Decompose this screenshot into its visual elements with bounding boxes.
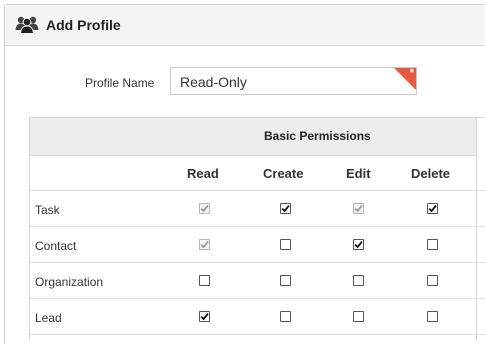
row-label-contact: Contact [35, 239, 77, 253]
checkbox-task-read [199, 203, 210, 214]
permissions-group-title: Basic Permissions [264, 129, 371, 143]
checkbox-contact-read [199, 239, 210, 250]
profile-name-label: Profile Name [85, 76, 155, 90]
checkbox-lead-create[interactable] [280, 311, 291, 322]
panel-header: Add Profile [5, 5, 485, 46]
checkmark-icon [354, 205, 363, 213]
checkbox-lead-edit[interactable] [353, 311, 364, 322]
row-divider [30, 334, 485, 335]
checkbox-task-delete[interactable] [427, 203, 438, 214]
profile-name-value: Read-Only [180, 74, 247, 90]
checkmark-icon [200, 241, 209, 249]
checkbox-contact-edit[interactable] [353, 239, 364, 250]
column-header-read: Read [187, 166, 219, 181]
checkbox-contact-create[interactable] [280, 239, 291, 250]
checkmark-icon [354, 241, 363, 249]
users-group-icon [15, 14, 39, 34]
checkmark-icon [200, 205, 209, 213]
page-title: Add Profile [46, 17, 121, 33]
checkbox-organization-create[interactable] [280, 275, 291, 286]
checkmark-icon [428, 205, 437, 213]
checkbox-organization-read[interactable] [199, 275, 210, 286]
checkbox-lead-read[interactable] [199, 311, 210, 322]
column-header-edit: Edit [346, 166, 371, 181]
checkmark-icon [200, 313, 209, 321]
required-asterisk: * [409, 67, 414, 79]
checkbox-contact-delete[interactable] [427, 239, 438, 250]
row-divider [30, 262, 485, 263]
column-header-create: Create [263, 166, 304, 181]
checkbox-organization-delete[interactable] [427, 275, 438, 286]
permissions-group-header: Basic Permissions [30, 118, 477, 156]
permissions-grid: Basic Permissions Read Create Edit Delet… [29, 117, 485, 341]
row-label-task: Task [35, 203, 60, 217]
row-divider [30, 298, 485, 299]
checkbox-lead-delete[interactable] [427, 311, 438, 322]
row-divider [30, 190, 485, 191]
checkbox-task-create[interactable] [280, 203, 291, 214]
checkmark-icon [281, 205, 290, 213]
row-divider [30, 226, 485, 227]
checkbox-organization-edit[interactable] [353, 275, 364, 286]
column-divider [476, 118, 477, 341]
checkbox-task-edit [353, 203, 364, 214]
profile-name-input[interactable]: Read-Only * [170, 67, 417, 95]
row-label-lead: Lead [35, 311, 62, 325]
column-header-delete: Delete [411, 166, 451, 181]
row-label-organization: Organization [35, 275, 104, 289]
